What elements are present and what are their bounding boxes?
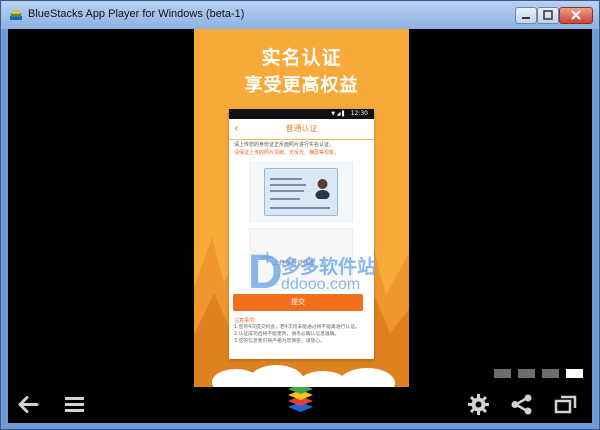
emulator-toolbar (8, 387, 592, 423)
bluestacks-logo-icon[interactable] (283, 387, 318, 419)
carousel-dot[interactable] (494, 369, 511, 378)
id-number-line (270, 207, 330, 209)
note-item: 3.您的信息我们将严格为您保密，请放心。 (234, 339, 325, 344)
status-time: 12:30 (350, 110, 368, 117)
maximize-icon (543, 10, 553, 20)
notes-list: 1.您有4次提交机会，若4次均未能通过将不能再进行认证。 2.认证成功后将不能更… (234, 324, 369, 345)
note-item: 1.您有4次提交机会，若4次均未能通过将不能再进行认证。 (234, 325, 360, 330)
menu-icon[interactable] (62, 392, 87, 417)
back-arrow-icon[interactable] (16, 392, 41, 417)
notes-title: 注意事项: (234, 318, 256, 324)
minimize-icon (522, 17, 530, 19)
id-card-image (264, 168, 338, 216)
headline-secondary: 享受更高权益 (244, 75, 359, 96)
carousel-indicators (494, 369, 589, 378)
emulator-screen: 实名认证 享受更高权益 ▼ ◢ ▌ 12:30 ‹ 普通认证 请上传您的身份证正… (8, 29, 592, 423)
upload-instruction: 请上传您的身份证正反面照片进行实名认证。 (234, 142, 335, 148)
id-text-line (270, 190, 304, 192)
watermark-logo-icon: D (248, 246, 283, 299)
minimize-button[interactable] (515, 7, 537, 24)
note-item: 2.认证成功后将不能更改，请务必确认信息准确。 (234, 332, 340, 337)
window-mode-icon[interactable] (553, 392, 578, 417)
close-icon (571, 10, 581, 20)
id-text-line (270, 198, 300, 200)
id-text-line (270, 178, 302, 180)
title-bar[interactable]: BlueStacks App Player for Windows (beta-… (1, 1, 599, 29)
person-avatar-icon (315, 179, 330, 199)
nav-bar: ‹ 普通认证 (229, 119, 374, 140)
watermark-url: ddooo.com (281, 276, 361, 293)
status-icons: ▼ ◢ ▌ (331, 111, 346, 117)
watermark-text: 多多软件站 (281, 256, 377, 278)
maximize-button[interactable] (537, 7, 559, 24)
watermark: D 多多软件站 ddooo.com (248, 249, 423, 309)
settings-gear-icon[interactable] (466, 392, 491, 417)
bluestacks-app-icon (10, 10, 22, 20)
carousel-dot[interactable] (518, 369, 535, 378)
app-window: BlueStacks App Player for Windows (beta-… (0, 0, 600, 430)
id-text-line (270, 184, 306, 186)
share-icon[interactable] (509, 392, 534, 417)
page-title: 普通认证 (285, 124, 318, 133)
phone-screen: 实名认证 享受更高权益 ▼ ◢ ▌ 12:30 ‹ 普通认证 请上传您的身份证正… (194, 29, 409, 387)
verification-card: ▼ ◢ ▌ 12:30 ‹ 普通认证 请上传您的身份证正反面照片进行实名认证。 … (229, 109, 374, 359)
window-title: BlueStacks App Player for Windows (beta-… (28, 8, 245, 20)
carousel-dot[interactable] (542, 369, 559, 378)
carousel-dot-active[interactable] (566, 369, 583, 378)
close-button[interactable] (559, 7, 593, 24)
id-card-sample[interactable] (249, 162, 353, 222)
upload-warning: 请保证上传的照片清晰、无反光、横屏等现象。 (234, 150, 340, 156)
headline-primary: 实名认证 (261, 47, 342, 69)
status-bar: ▼ ◢ ▌ 12:30 (229, 109, 374, 119)
